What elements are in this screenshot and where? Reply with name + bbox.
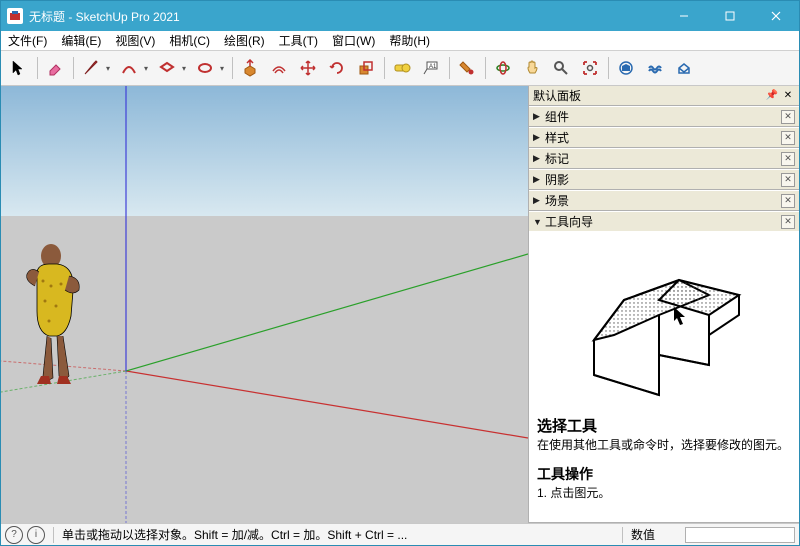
info-icon[interactable]: i bbox=[27, 526, 45, 544]
move-tool-button[interactable] bbox=[294, 54, 322, 82]
instructor-content: 选择工具 在使用其他工具或命令时，选择要修改的图元。 工具操作 1. 点击图元。 bbox=[529, 231, 799, 522]
rectangle-tool-button[interactable] bbox=[153, 54, 181, 82]
chevron-right-icon: ▶ bbox=[533, 111, 545, 122]
instructor-tool-title: 选择工具 bbox=[537, 415, 791, 436]
status-value-input[interactable] bbox=[685, 527, 795, 543]
viewport-canvas bbox=[1, 86, 528, 523]
toolbar-separator bbox=[70, 54, 76, 82]
arc-tool-button[interactable] bbox=[115, 54, 143, 82]
eraser-tool-button[interactable] bbox=[41, 54, 69, 82]
panel-header[interactable]: ▶标记✕ bbox=[529, 148, 799, 168]
paint-tool-button[interactable] bbox=[453, 54, 481, 82]
pan-tool-button[interactable] bbox=[518, 54, 546, 82]
extension-button[interactable] bbox=[641, 54, 669, 82]
menu-view[interactable]: 视图(V) bbox=[108, 30, 162, 51]
tray-title: 默认面板 bbox=[533, 87, 581, 104]
menu-bar: 文件(F) 编辑(E) 视图(V) 相机(C) 绘图(R) 工具(T) 窗口(W… bbox=[1, 31, 799, 51]
close-icon[interactable]: ✕ bbox=[781, 89, 795, 103]
line-tool-button[interactable] bbox=[77, 54, 105, 82]
zoom-extents-button[interactable] bbox=[576, 54, 604, 82]
toolbar-separator bbox=[446, 54, 452, 82]
panel-instructor: ▼工具向导✕ bbox=[529, 211, 799, 523]
side-tray: 默认面板 📌 ✕ ▶组件✕ ▶样式✕ ▶标记✕ ▶阴影✕ ▶场景✕ ▼工具向导✕ bbox=[528, 86, 799, 523]
pushpull-tool-button[interactable] bbox=[236, 54, 264, 82]
menu-draw[interactable]: 绘图(R) bbox=[217, 30, 272, 51]
warehouse-button[interactable] bbox=[612, 54, 640, 82]
minimize-button[interactable] bbox=[661, 1, 707, 31]
menu-tools[interactable]: 工具(T) bbox=[272, 30, 325, 51]
panel-styles: ▶样式✕ bbox=[529, 127, 799, 148]
dropdown-icon[interactable]: ▾ bbox=[106, 64, 114, 73]
close-icon[interactable]: ✕ bbox=[781, 194, 795, 208]
help-icon[interactable]: ? bbox=[5, 526, 23, 544]
tray-header[interactable]: 默认面板 📌 ✕ bbox=[529, 86, 799, 106]
chevron-right-icon: ▶ bbox=[533, 195, 545, 206]
orbit-tool-button[interactable] bbox=[489, 54, 517, 82]
zoom-tool-button[interactable] bbox=[547, 54, 575, 82]
dropdown-icon[interactable]: ▾ bbox=[220, 64, 228, 73]
menu-file[interactable]: 文件(F) bbox=[1, 30, 54, 51]
close-icon[interactable]: ✕ bbox=[781, 131, 795, 145]
close-icon[interactable]: ✕ bbox=[781, 152, 795, 166]
status-value-label: 数值 bbox=[631, 526, 681, 543]
chevron-right-icon: ▶ bbox=[533, 174, 545, 185]
panel-header[interactable]: ▶场景✕ bbox=[529, 190, 799, 210]
close-button[interactable] bbox=[753, 1, 799, 31]
panel-header[interactable]: ▼工具向导✕ bbox=[529, 211, 799, 231]
dropdown-icon[interactable]: ▾ bbox=[182, 64, 190, 73]
text-tool-button[interactable]: A1 bbox=[417, 54, 445, 82]
window-controls bbox=[661, 1, 799, 31]
panel-header[interactable]: ▶组件✕ bbox=[529, 106, 799, 126]
status-hint: 单击或拖动以选择对象。Shift = 加/减。Ctrl = 加。Shift + … bbox=[62, 526, 614, 543]
toolbar-separator bbox=[229, 54, 235, 82]
chevron-down-icon: ▼ bbox=[533, 217, 545, 227]
window-title: 无标题 - SketchUp Pro 2021 bbox=[29, 8, 661, 25]
offset-tool-button[interactable] bbox=[265, 54, 293, 82]
viewport-3d[interactable] bbox=[1, 86, 528, 523]
close-icon[interactable]: ✕ bbox=[781, 215, 795, 229]
dropdown-icon[interactable]: ▾ bbox=[144, 64, 152, 73]
menu-window[interactable]: 窗口(W) bbox=[325, 30, 382, 51]
status-bar: ? i 单击或拖动以选择对象。Shift = 加/减。Ctrl = 加。Shif… bbox=[1, 523, 799, 545]
panel-header[interactable]: ▶样式✕ bbox=[529, 127, 799, 147]
panel-components: ▶组件✕ bbox=[529, 106, 799, 127]
maximize-button[interactable] bbox=[707, 1, 753, 31]
app-icon bbox=[7, 8, 23, 24]
separator bbox=[622, 527, 623, 543]
close-icon[interactable]: ✕ bbox=[781, 110, 795, 124]
toolbar-separator bbox=[482, 54, 488, 82]
panel-header[interactable]: ▶阴影✕ bbox=[529, 169, 799, 189]
menu-help[interactable]: 帮助(H) bbox=[382, 30, 437, 51]
panel-scenes: ▶场景✕ bbox=[529, 190, 799, 211]
layout-button[interactable] bbox=[670, 54, 698, 82]
title-bar: 无标题 - SketchUp Pro 2021 bbox=[1, 1, 799, 31]
panel-tags: ▶标记✕ bbox=[529, 148, 799, 169]
rotate-tool-button[interactable] bbox=[323, 54, 351, 82]
select-tool-button[interactable] bbox=[5, 54, 33, 82]
toolbar-separator bbox=[381, 54, 387, 82]
chevron-right-icon: ▶ bbox=[533, 132, 545, 143]
toolbar-separator bbox=[605, 54, 611, 82]
circle-tool-button[interactable] bbox=[191, 54, 219, 82]
panel-shadows: ▶阴影✕ bbox=[529, 169, 799, 190]
menu-camera[interactable]: 相机(C) bbox=[162, 30, 217, 51]
workspace: 默认面板 📌 ✕ ▶组件✕ ▶样式✕ ▶标记✕ ▶阴影✕ ▶场景✕ ▼工具向导✕ bbox=[1, 86, 799, 523]
chevron-right-icon: ▶ bbox=[533, 153, 545, 164]
close-icon[interactable]: ✕ bbox=[781, 173, 795, 187]
tape-tool-button[interactable] bbox=[388, 54, 416, 82]
instructor-illustration bbox=[537, 237, 791, 409]
toolbar-separator bbox=[34, 54, 40, 82]
instructor-op-step: 1. 点击图元。 bbox=[537, 484, 791, 502]
scale-tool-button[interactable] bbox=[352, 54, 380, 82]
separator bbox=[53, 527, 54, 543]
instructor-tool-desc: 在使用其他工具或命令时，选择要修改的图元。 bbox=[537, 436, 791, 454]
menu-edit[interactable]: 编辑(E) bbox=[54, 30, 108, 51]
toolbar: ▾ ▾ ▾ ▾ A1 bbox=[1, 51, 799, 86]
instructor-op-title: 工具操作 bbox=[537, 464, 791, 484]
svg-text:A1: A1 bbox=[429, 64, 437, 70]
pin-icon[interactable]: 📌 bbox=[765, 89, 779, 103]
